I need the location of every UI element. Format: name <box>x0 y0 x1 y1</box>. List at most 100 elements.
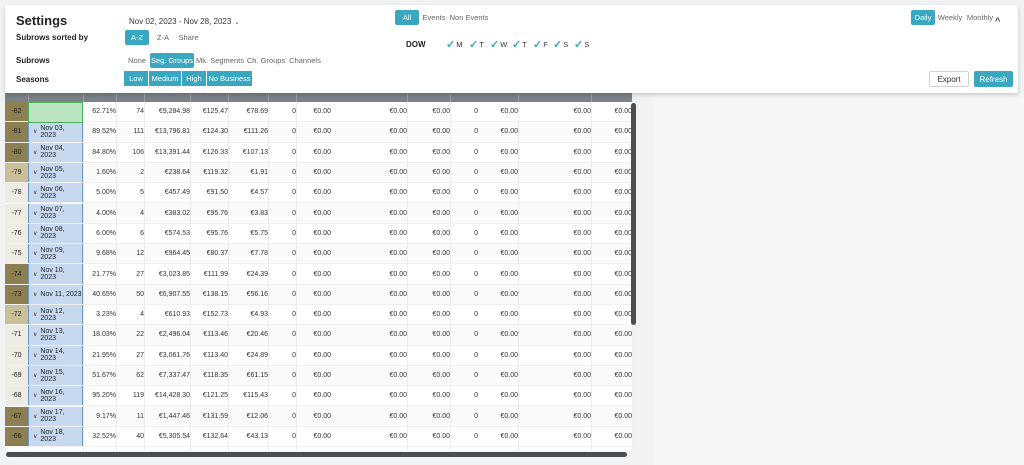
cell-e5: €0.00 <box>573 311 591 319</box>
row-date-cell[interactable]: ∨ Nov 13, 2023 <box>28 325 83 345</box>
dow-day-label: T <box>522 40 527 49</box>
row-index-cell: -78 <box>5 183 28 203</box>
dow-monday-toggle[interactable]: ✓ M <box>446 38 462 51</box>
expand-chevron-icon[interactable]: ∨ <box>33 189 37 196</box>
table-row[interactable]: -74 ∨ Nov 10, 2023 21.77% 27 €3,023.85 €111.99… <box>5 264 632 285</box>
dow-saturday-toggle[interactable]: ✓ S <box>553 38 568 51</box>
expand-chevron-icon[interactable]: ∨ <box>33 169 37 176</box>
table-row[interactable]: -70 ∨ Nov 14, 2023 21.95% 27 €3,061.76 €113.40… <box>5 345 632 366</box>
row-date-cell[interactable]: ∨ Nov 06, 2023 <box>28 183 83 203</box>
table-row[interactable]: -68 ∨ Nov 16, 2023 95.20% 119 €14,428.30 €121.… <box>5 386 632 407</box>
dow-wednesday-toggle[interactable]: ✓ W <box>490 38 507 51</box>
expand-chevron-icon[interactable]: ∨ <box>33 413 37 420</box>
row-date-cell[interactable]: ∨ Nov 11, 2023 <box>28 284 83 304</box>
period-monthly-button[interactable]: Monthly <box>965 10 995 25</box>
table-row[interactable]: -72 ∨ Nov 12, 2023 3.23% 4 €610.93 €152.73 €4.9… <box>5 305 632 326</box>
row-date-label: Nov 03, 2023 <box>40 124 65 139</box>
refresh-button[interactable]: Refresh <box>974 71 1013 87</box>
cell-rev: €13,796.81 <box>154 128 190 136</box>
table-row[interactable]: -78 ∨ Nov 06, 2023 5.00% 5 €457.49 €91.50 €4.57… <box>5 183 632 204</box>
expand-chevron-icon[interactable]: ∨ <box>33 331 37 338</box>
cell-pct: 3.23% <box>96 311 116 319</box>
season-high-button[interactable]: High <box>182 71 207 86</box>
events-all-button[interactable]: All <box>395 10 419 25</box>
row-date-label: Nov 07, 2023 <box>40 206 65 221</box>
horizontal-scrollbar-thumb[interactable] <box>6 452 627 457</box>
dow-thursday-toggle[interactable]: ✓ T <box>512 38 527 51</box>
row-date-cell[interactable]: ∨ Nov 15, 2023 <box>28 365 83 386</box>
vertical-scrollbar-thumb[interactable] <box>631 103 636 325</box>
export-button[interactable]: Export <box>929 71 969 87</box>
table-row[interactable]: -67 ∨ Nov 17, 2023 9.17% 11 €1,447.46 €131.59 €… <box>5 406 632 427</box>
row-date-cell[interactable]: ∨ Nov 12, 2023 <box>28 305 83 325</box>
row-date-cell[interactable]: ∨ Nov 16, 2023 <box>28 386 83 406</box>
cell-e4: €0.00 <box>500 432 518 440</box>
row-date-cell[interactable]: ∨ Nov 14, 2023 <box>28 345 83 365</box>
row-date-cell[interactable]: ∨ Nov 09, 2023 <box>28 244 83 264</box>
row-date-cell[interactable]: ∨ Nov 18, 2023 <box>28 426 83 447</box>
cell-e2: €0.00 <box>389 331 407 339</box>
table-row[interactable]: -71 ∨ Nov 13, 2023 18.03% 22 €2,496.04 €113.46… <box>5 325 632 346</box>
period-daily-button[interactable]: Daily <box>911 10 935 25</box>
table-row[interactable]: -81 ∨ Nov 03, 2023 89.52% 111 €13,796.81 €124.… <box>5 122 632 143</box>
expand-chevron-icon[interactable]: ∨ <box>33 230 37 237</box>
dow-tuesday-toggle[interactable]: ✓ T <box>469 38 484 51</box>
row-date-cell[interactable]: ∨ Nov 07, 2023 <box>28 203 83 223</box>
expand-chevron-icon[interactable]: ∨ <box>33 352 37 359</box>
table-row[interactable]: -79 ∨ Nov 05, 2023 1.60% 2 €238.64 €119.32 €1.9… <box>5 162 632 184</box>
row-date-cell[interactable]: ∨ Nov 08, 2023 <box>28 223 83 244</box>
cell-z1: 0 <box>292 209 296 217</box>
sort-za-button[interactable]: Z-A <box>153 30 173 45</box>
expand-chevron-icon[interactable]: ∨ <box>33 149 37 156</box>
expand-chevron-icon[interactable]: ∨ <box>33 271 37 278</box>
chevron-up-icon[interactable]: ^ <box>995 16 1000 26</box>
table-row[interactable]: -82∨Nov 02, 202362.71%74€9,284.98€125.47… <box>5 102 632 123</box>
row-index-cell: -68 <box>5 386 28 406</box>
table-row[interactable]: -69 ∨ Nov 15, 2023 51.67% 62 €7,337.47 €118.35… <box>5 365 632 387</box>
table-row[interactable]: -73 ∨ Nov 11, 2023 40.65% 50 €6,907.55 €138.15… <box>5 284 632 305</box>
table-row[interactable]: -76 ∨ Nov 08, 2023 6.00% 6 €574.53 €95.76 €5.75… <box>5 223 632 245</box>
table-row[interactable]: -66 ∨ Nov 18, 2023 32.52% 40 €5,305.54 €132.64… <box>5 426 632 448</box>
dow-sunday-toggle[interactable]: ✓ S <box>574 38 589 51</box>
events-events-button[interactable]: Events <box>421 10 447 25</box>
table-row[interactable]: -77 ∨ Nov 07, 2023 4.00% 4 €383.02 €95.76 €3.83… <box>5 203 632 224</box>
date-range-select[interactable]: Nov 02, 2023 - Nov 28, 2023 ⌄ <box>127 13 241 30</box>
cell-n: 22 <box>136 331 144 339</box>
season-no-business-button[interactable]: No Business <box>207 71 253 86</box>
season-medium-button[interactable]: Medium <box>149 71 182 86</box>
cell-e1: €0.00 <box>313 331 331 339</box>
table-row[interactable]: -75 ∨ Nov 09, 2023 9.68% 12 €964.45 €80.37 €7.7… <box>5 244 632 265</box>
sort-az-button[interactable]: A-Z <box>125 30 149 45</box>
row-date-cell[interactable]: ∨ Nov 05, 2023 <box>28 162 83 183</box>
season-low-button[interactable]: Low <box>124 71 149 86</box>
expand-chevron-icon[interactable]: ∨ <box>33 311 37 318</box>
cell-e5: €0.00 <box>573 432 591 440</box>
events-non-events-button[interactable]: Non Events <box>448 10 490 25</box>
table-row[interactable]: -80 ∨ Nov 04, 2023 84.80% 106 €13,391.44 €126.… <box>5 142 632 163</box>
cell-avg: €118.35 <box>203 372 228 380</box>
row-date-cell[interactable]: ∨ Nov 04, 2023 <box>28 142 83 162</box>
sort-share-button[interactable]: Share <box>176 30 201 45</box>
dow-label: DOW <box>406 40 426 49</box>
subrow-ch-groups-button[interactable]: Ch. Groups <box>245 53 287 68</box>
subrow-channels-button[interactable]: Channels <box>287 53 323 68</box>
cell-pct: 1.60% <box>96 169 116 177</box>
expand-chevron-icon[interactable]: ∨ <box>33 433 37 440</box>
expand-chevron-icon[interactable]: ∨ <box>33 392 37 399</box>
row-date-cell[interactable]: ∨ Nov 03, 2023 <box>28 122 83 142</box>
cell-z1: 0 <box>292 169 296 177</box>
subrow-seg-groups-button[interactable]: Seg. Groups <box>150 53 194 68</box>
period-weekly-button[interactable]: Weekly <box>936 10 964 25</box>
cell-e2: €0.00 <box>389 432 407 440</box>
expand-chevron-icon[interactable]: ∨ <box>33 250 37 257</box>
expand-chevron-icon[interactable]: ∨ <box>33 291 37 298</box>
dow-friday-toggle[interactable]: ✓ F <box>533 38 548 51</box>
subrow-mk-segments-button[interactable]: Mk. Segments <box>195 53 245 68</box>
cell-pct: 6.00% <box>96 229 116 237</box>
row-date-cell[interactable]: ∨ Nov 17, 2023 <box>28 406 83 426</box>
row-date-cell[interactable]: ∨ Nov 10, 2023 <box>28 264 83 284</box>
subrow-none-button[interactable]: None <box>125 53 149 68</box>
expand-chevron-icon[interactable]: ∨ <box>33 128 37 135</box>
expand-chevron-icon[interactable]: ∨ <box>33 372 37 379</box>
expand-chevron-icon[interactable]: ∨ <box>33 210 37 217</box>
